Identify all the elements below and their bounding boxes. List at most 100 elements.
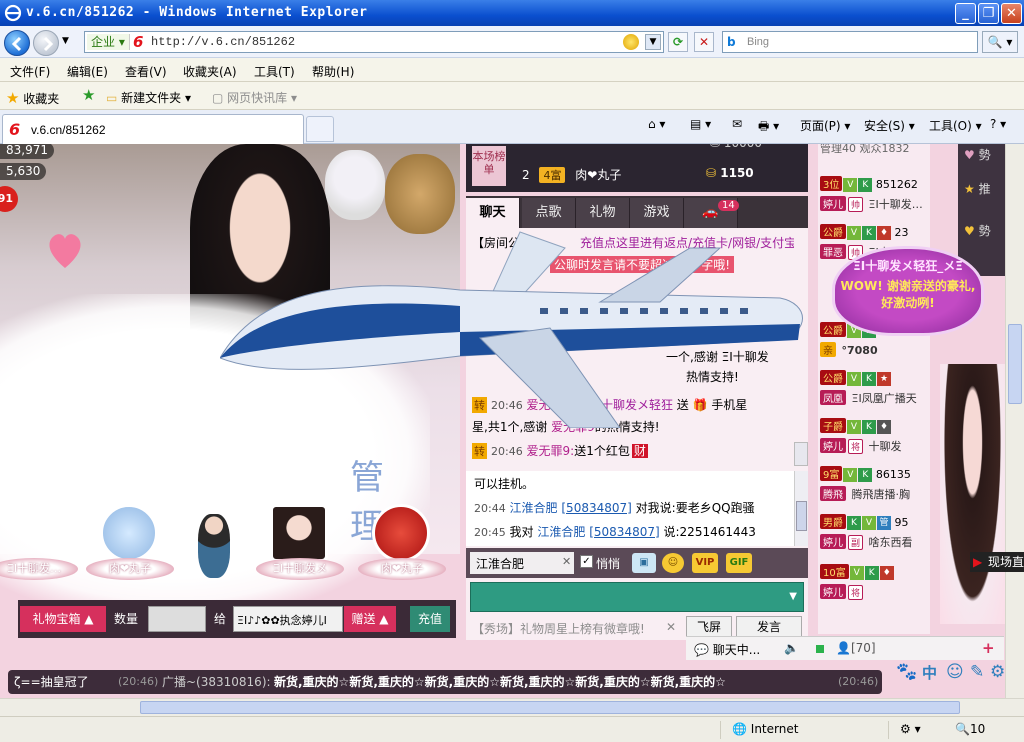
- video-area[interactable]: 83,971 5,630 91 管理。: [0, 144, 460, 614]
- paw-icon[interactable]: 🐾: [896, 662, 917, 682]
- compat-view-icon[interactable]: [623, 34, 639, 50]
- new-tab-button[interactable]: [306, 116, 334, 142]
- smiley-icon[interactable]: ☺: [946, 662, 964, 682]
- gear-icon[interactable]: ⚙: [990, 662, 1005, 682]
- scroll-thumb[interactable]: [796, 501, 807, 531]
- print-button[interactable]: 🖶 ▾: [758, 117, 779, 138]
- add-icon[interactable]: +: [982, 639, 995, 657]
- close-button[interactable]: ✕: [1001, 3, 1022, 24]
- stop-button[interactable]: ✕: [694, 32, 714, 52]
- sidebar-item-1[interactable]: ♥ 勢: [964, 146, 1004, 178]
- menu-favorites[interactable]: 收藏夹(A): [183, 63, 237, 80]
- tab-song[interactable]: 点歌: [522, 198, 576, 228]
- tools-menu[interactable]: 工具(O) ▾: [929, 117, 982, 134]
- fly-screen-button[interactable]: 飞屏: [686, 616, 732, 638]
- user-row[interactable]: 10富 V K ♦ 婷儿将: [820, 564, 930, 606]
- seat-1[interactable]: ΞΙ十聊发…: [0, 504, 78, 584]
- refresh-button[interactable]: ⟳: [668, 32, 688, 52]
- seat-2[interactable]: 肉❤丸子: [86, 504, 174, 584]
- tab-active[interactable]: 6 v.6.cn/851262: [2, 114, 304, 144]
- chatting-indicator[interactable]: 💬 聊天中...: [694, 641, 760, 658]
- close-notice-icon[interactable]: ✕: [666, 620, 676, 634]
- protected-mode-icon[interactable]: ⚙ ▾: [900, 722, 921, 736]
- address-bar[interactable]: 企业 ▾ 6 http://v.6.cn/851262 ▼: [84, 31, 664, 53]
- repost-badge[interactable]: 转: [472, 443, 487, 459]
- gif-icon[interactable]: GIF: [726, 553, 752, 573]
- help-menu[interactable]: ? ▾: [990, 117, 1006, 131]
- image-icon[interactable]: ▣: [632, 553, 656, 573]
- sidebar-item-3[interactable]: ♥ 勢: [964, 222, 1004, 254]
- minimize-button[interactable]: _: [955, 3, 976, 24]
- page-vertical-scrollbar[interactable]: [1005, 144, 1024, 698]
- chevron-down-icon[interactable]: ▼: [789, 591, 797, 602]
- sidebar-item-2[interactable]: ★ 推: [964, 180, 1004, 212]
- ticker-left-text[interactable]: ζ==抽皇冠了: [14, 670, 89, 694]
- feeds-button[interactable]: ▤ ▾: [690, 117, 711, 131]
- address-dropdown-icon[interactable]: ▼: [645, 34, 661, 50]
- vip-icon[interactable]: VIP: [692, 553, 718, 573]
- private-label: 悄悄: [596, 557, 621, 571]
- quantity-input[interactable]: [148, 606, 206, 632]
- gift-send-button[interactable]: 赠送 ▲: [344, 606, 396, 632]
- page-horizontal-scrollbar[interactable]: [0, 698, 1024, 716]
- live-site-button[interactable]: ▶ 现场直: [970, 552, 1024, 572]
- menu-view[interactable]: 查看(V): [125, 63, 167, 80]
- send-button[interactable]: 发言: [736, 616, 802, 638]
- user-row[interactable]: 3位 V K 851262 婷儿帅 ΞΙ十聊发…: [820, 176, 930, 218]
- mail-button[interactable]: ✉: [732, 117, 742, 131]
- broadcast-notice[interactable]: 【秀场】礼物周星上榜有微章哦!: [472, 620, 645, 637]
- menu-edit[interactable]: 编辑(E): [67, 63, 108, 80]
- favorites-button[interactable]: ★ 收藏夹: [6, 89, 59, 107]
- address-url[interactable]: http://v.6.cn/851262: [151, 35, 295, 49]
- maximize-button[interactable]: ❐: [978, 3, 999, 24]
- chinese-input-icon[interactable]: 中: [922, 662, 937, 683]
- viewer-count: 👤[70]: [836, 641, 876, 655]
- seat-4[interactable]: 肉❤丸子: [358, 504, 446, 584]
- chat-target-input[interactable]: 江淮合肥: [470, 552, 574, 574]
- folder-icon: ▭: [106, 91, 118, 105]
- search-button[interactable]: 🔍 ▾: [982, 31, 1018, 53]
- search-input[interactable]: b Bing: [722, 31, 978, 53]
- favorites-bar: ★ 收藏夹 ★ ▭ 新建文件夹 ▾ ▢ 网页快讯库 ▾: [0, 82, 1024, 110]
- menu-tools[interactable]: 工具(T): [254, 63, 295, 80]
- private-chat-scrollbar[interactable]: [794, 471, 808, 546]
- menu-file[interactable]: 文件(F): [10, 63, 50, 80]
- web-slice-gallery[interactable]: ▢ 网页快讯库 ▾: [212, 89, 297, 106]
- public-chat-scrollbar[interactable]: [794, 442, 808, 466]
- menu-help[interactable]: 帮助(H): [312, 63, 354, 80]
- tab-chat[interactable]: 聊天: [466, 198, 520, 228]
- user-row[interactable]: 子爵 V K ♦ 婷儿将 十聊发: [820, 418, 930, 460]
- rank-tag[interactable]: 本场榜单: [472, 146, 506, 186]
- tab-game[interactable]: 游戏: [630, 198, 684, 228]
- forward-button[interactable]: [33, 30, 59, 56]
- history-dropdown-icon[interactable]: ▼: [62, 36, 69, 46]
- smiley-icon[interactable]: ☺: [662, 553, 684, 573]
- gift-box-button[interactable]: 礼物宝箱 ▲: [20, 606, 106, 632]
- recharge-button[interactable]: 充值: [410, 606, 450, 632]
- private-checkbox[interactable]: ✓: [580, 555, 593, 568]
- volume-icon[interactable]: 🔈: [784, 641, 799, 655]
- rank-row[interactable]: 2 4富 肉❤丸子: [522, 166, 621, 183]
- zoom-level[interactable]: 🔍10: [955, 722, 985, 736]
- page-menu[interactable]: 页面(P) ▾: [800, 117, 850, 134]
- user-row[interactable]: 公爵 V K ★ 凤凰 ΞΙ凤凰广播天: [820, 370, 930, 412]
- safety-menu[interactable]: 安全(S) ▾: [864, 117, 915, 134]
- back-button[interactable]: [4, 30, 30, 56]
- scroll-thumb[interactable]: [140, 701, 960, 714]
- add-favorite-icon[interactable]: ★: [82, 86, 95, 104]
- chat-message-input[interactable]: ▼: [470, 582, 804, 612]
- new-folder-button[interactable]: ▭ 新建文件夹 ▾: [106, 89, 191, 106]
- gift-target-select[interactable]: ΞΙ♪♪✿✿执念婷儿Ι: [233, 606, 343, 632]
- repost-badge[interactable]: 转: [472, 397, 487, 413]
- seat-3[interactable]: ΞΙ十聊发メ: [256, 504, 344, 584]
- user-row[interactable]: 男爵 K V 管 95 婷儿副 啥东西看: [820, 514, 930, 556]
- user-row[interactable]: 9富 V K 86135 腾飛 腾飛唐播·胸: [820, 466, 930, 508]
- security-zone[interactable]: 🌐 Internet: [732, 722, 798, 736]
- home-button[interactable]: ⌂ ▾: [648, 117, 665, 131]
- scroll-thumb[interactable]: [1008, 324, 1022, 404]
- user-list-header[interactable]: 管理40 观众1832: [820, 144, 910, 156]
- clear-target-icon[interactable]: ✕: [562, 555, 571, 568]
- tab-gift[interactable]: 礼物: [576, 198, 630, 228]
- zone-label[interactable]: 企业 ▾: [87, 34, 130, 50]
- pen-icon[interactable]: ✎: [970, 662, 984, 682]
